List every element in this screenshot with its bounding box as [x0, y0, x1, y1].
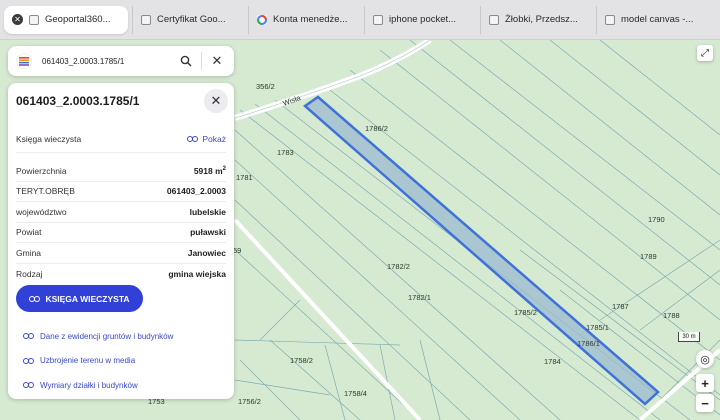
- tab-geoportal[interactable]: ✕ Geoportal360...: [4, 5, 128, 34]
- search-icon[interactable]: [177, 52, 195, 70]
- row-value: puławski: [190, 227, 226, 238]
- row-value: gmina wiejska: [168, 268, 226, 279]
- link-icon: [23, 357, 34, 364]
- row-label: TERYT.OBRĘB: [16, 186, 75, 197]
- parcel-number-label: 1789: [640, 252, 657, 261]
- parcel-number-label: 356/2: [256, 82, 275, 91]
- parcel-number-label: 1784: [544, 357, 561, 366]
- row-powiat: Powiat puławski: [16, 223, 226, 243]
- parcel-number-label: 1788: [663, 311, 680, 320]
- tab-label: model canvas -...: [621, 14, 694, 25]
- scale-bar: 30 m: [678, 332, 700, 342]
- parcel-number-label: 1782/2: [387, 262, 410, 271]
- parcel-number-label: 1786/1: [577, 339, 600, 348]
- link-icon: [23, 382, 34, 389]
- locate-icon: ◎: [700, 353, 710, 366]
- page-icon: [605, 14, 615, 25]
- row-label: Powierzchnia: [16, 165, 67, 176]
- row-value: Janowiec: [187, 247, 226, 258]
- tab-label: iphone pocket...: [389, 14, 457, 25]
- row-value: lubelskie: [189, 206, 226, 217]
- area-value: 5918 m: [193, 165, 223, 176]
- fullscreen-button[interactable]: ⤢: [697, 45, 713, 61]
- row-label: Gmina: [16, 247, 42, 258]
- plus-icon: +: [701, 375, 709, 391]
- link-wymiary[interactable]: Wymiary działki i budynków: [23, 373, 173, 398]
- link-icon: [23, 333, 34, 340]
- parcel-number-label: 1781: [236, 173, 253, 182]
- geoportal-logo-icon: [16, 53, 32, 69]
- browser-tab-bar: ✕ Geoportal360... Certyfikat Goo... Kont…: [0, 0, 720, 40]
- button-label: KSIĘGA WIECZYSTA: [45, 293, 130, 304]
- parcel-number-label: 1787: [612, 302, 629, 311]
- page-icon: [29, 14, 39, 25]
- row-powierzchnia: Powierzchnia 5918 m2: [16, 161, 226, 182]
- clear-search-icon[interactable]: ✕: [208, 52, 226, 70]
- link-icon: [187, 135, 199, 142]
- parcel-number-label: 1783: [277, 148, 294, 157]
- link-ewidencja[interactable]: Dane z ewidencji gruntów i budynków: [23, 324, 173, 349]
- row-label: Powiat: [16, 227, 42, 238]
- row-ksiega: Księga wieczysta Pokaż: [16, 125, 226, 153]
- parcel-search-bar[interactable]: 061403_2.0003.1785/1 ✕: [8, 46, 234, 76]
- link-label: Wymiary działki i budynków: [40, 380, 138, 390]
- parcel-number-label: 1782/1: [408, 293, 431, 302]
- link-icon: [29, 295, 41, 302]
- parcel-number-label: 1758/4: [344, 389, 367, 398]
- tab-iphone[interactable]: iphone pocket...: [364, 5, 476, 34]
- parcel-links: Dane z ewidencji gruntów i budynków Uzbr…: [23, 324, 173, 398]
- minus-icon: −: [701, 395, 709, 411]
- parcel-info-panel: 061403_2.0003.1785/1 ✕ Księga wieczysta …: [8, 83, 234, 399]
- row-label: Księga wieczysta: [16, 133, 82, 144]
- divider: [201, 52, 202, 70]
- row-label: województwo: [16, 206, 67, 217]
- zoom-in-button[interactable]: +: [696, 374, 714, 392]
- locate-button[interactable]: ◎: [696, 350, 714, 368]
- parcel-number-label: 1756/2: [238, 397, 261, 406]
- show-ksiega-link[interactable]: Pokaż: [187, 134, 226, 144]
- parcel-title: 061403_2.0003.1785/1: [16, 94, 140, 108]
- link-label: Uzbrojenie terenu w media: [40, 356, 136, 366]
- row-label: Rodzaj: [16, 268, 43, 279]
- page-icon: [489, 14, 499, 25]
- tab-konta[interactable]: Konta menedże...: [248, 5, 360, 34]
- search-input[interactable]: 061403_2.0003.1785/1: [42, 57, 177, 66]
- row-gmina: Gmina Janowiec: [16, 243, 226, 264]
- zoom-out-button[interactable]: −: [696, 394, 714, 412]
- parcel-number-label: 1758/2: [290, 356, 313, 365]
- tab-model-canvas[interactable]: model canvas -...: [596, 5, 708, 34]
- page-icon: [141, 14, 151, 25]
- link-uzbrojenie[interactable]: Uzbrojenie terenu w media: [23, 349, 173, 374]
- tab-label: Konta menedże...: [273, 14, 348, 25]
- tab-certyfikat[interactable]: Certyfikat Goo...: [132, 5, 244, 34]
- parcel-number-label: 1785/1: [586, 323, 609, 332]
- area-unit-sup: 2: [222, 165, 226, 172]
- parcel-number-label: 1785/2: [514, 308, 537, 317]
- tab-label: Certyfikat Goo...: [157, 14, 226, 25]
- fullscreen-icon: ⤢: [701, 47, 709, 59]
- row-value: 5918 m2: [194, 166, 226, 176]
- ksiega-wieczysta-button[interactable]: KSIĘGA WIECZYSTA: [16, 285, 143, 312]
- close-tab-icon[interactable]: ✕: [12, 14, 23, 25]
- row-teryt: TERYT.OBRĘB 061403_2.0003: [16, 182, 226, 202]
- parcel-number-label: 1786/2: [365, 124, 388, 133]
- link-label: Dane z ewidencji gruntów i budynków: [40, 331, 174, 341]
- parcel-number-label: 59: [233, 246, 241, 255]
- row-value: 061403_2.0003: [166, 186, 226, 197]
- tab-label: Żłobki, Przedsz...: [505, 14, 578, 25]
- parcel-number-label: 1790: [648, 215, 665, 224]
- close-panel-button[interactable]: ✕: [204, 89, 228, 113]
- tab-label: Geoportal360...: [45, 14, 111, 25]
- tab-zlobki[interactable]: Żłobki, Przedsz...: [480, 5, 592, 34]
- row-wojewodztwo: województwo lubelskie: [16, 202, 226, 223]
- page-icon: [373, 14, 383, 25]
- row-rodzaj: Rodzaj gmina wiejska: [16, 264, 226, 285]
- parcel-attributes: Księga wieczysta Pokaż Powierzchnia 5918…: [16, 125, 226, 284]
- link-label: Pokaż: [202, 133, 226, 144]
- google-icon: [257, 14, 267, 25]
